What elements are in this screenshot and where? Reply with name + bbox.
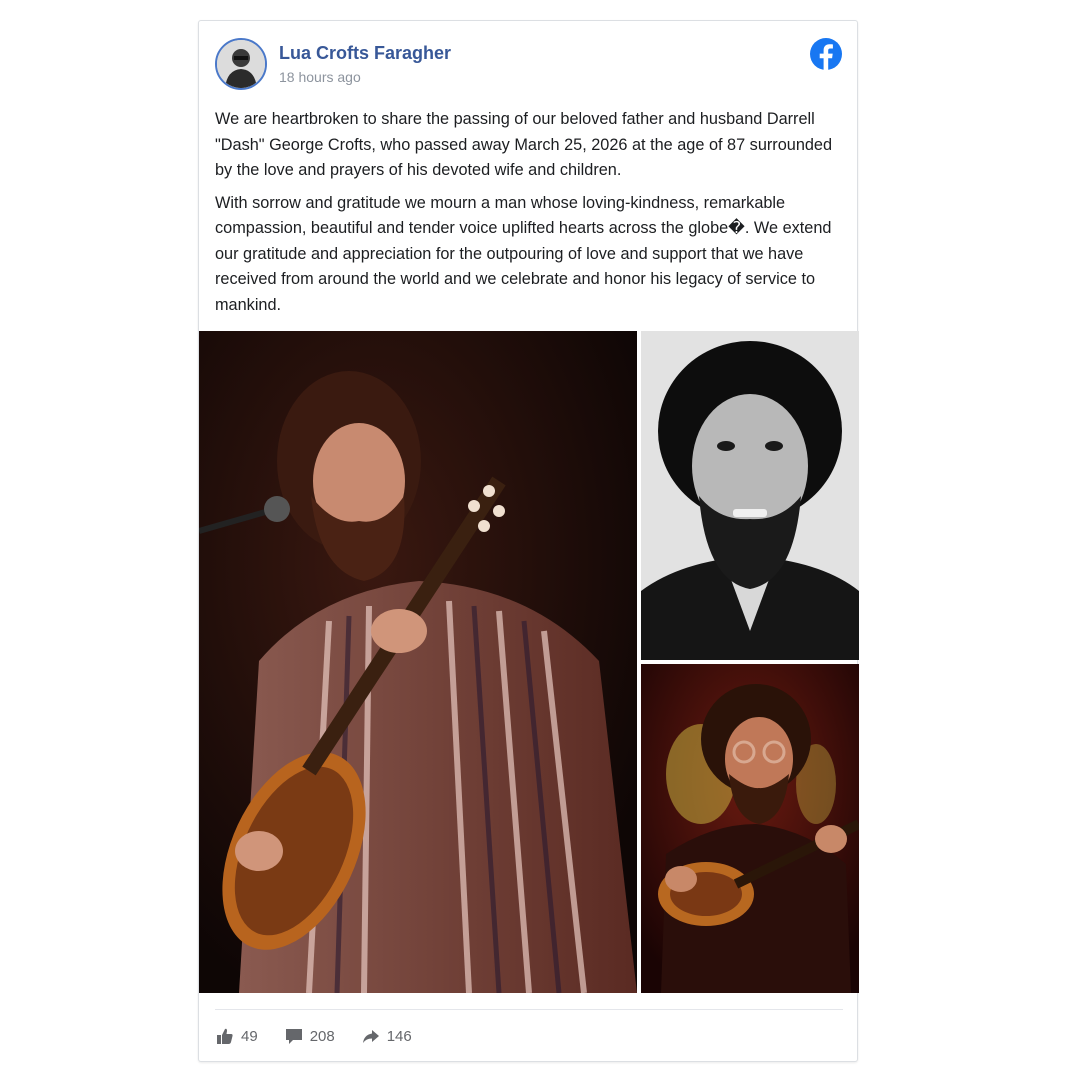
post-paragraph: We are heartbroken to share the passing …: [215, 110, 833, 179]
facebook-icon[interactable]: [809, 37, 843, 71]
facebook-post-card: Lua Crofts Faragher 18 hours ago We are …: [198, 20, 859, 1062]
post-text: We are heartbroken to share the passing …: [215, 107, 845, 325]
author-avatar[interactable]: [215, 38, 267, 90]
post-photo-main[interactable]: [199, 331, 637, 993]
thumbs-up-icon: [215, 1026, 235, 1046]
like-count: 49: [241, 1027, 258, 1045]
post-photo-stage[interactable]: [641, 664, 859, 993]
comment-count: 208: [309, 1027, 335, 1045]
photo-grid: [199, 331, 859, 993]
post-timestamp[interactable]: 18 hours ago: [279, 69, 361, 85]
comment-icon: [284, 1026, 304, 1046]
avatar-image: [217, 40, 265, 88]
post-paragraph: With sorrow and gratitude we mourn a man…: [215, 193, 832, 314]
post-header: Lua Crofts Faragher 18 hours ago: [199, 21, 857, 109]
share-arrow-icon: [361, 1026, 381, 1046]
post-photo-portrait[interactable]: [641, 331, 859, 660]
like-action[interactable]: 49: [215, 1026, 258, 1046]
comment-action[interactable]: 208: [284, 1026, 335, 1046]
actions-bar: 49 208 146: [215, 1021, 438, 1051]
actions-divider: [215, 1009, 843, 1010]
share-count: 146: [386, 1027, 412, 1045]
share-action[interactable]: 146: [361, 1026, 412, 1046]
author-name-link[interactable]: Lua Crofts Faragher: [279, 43, 451, 64]
